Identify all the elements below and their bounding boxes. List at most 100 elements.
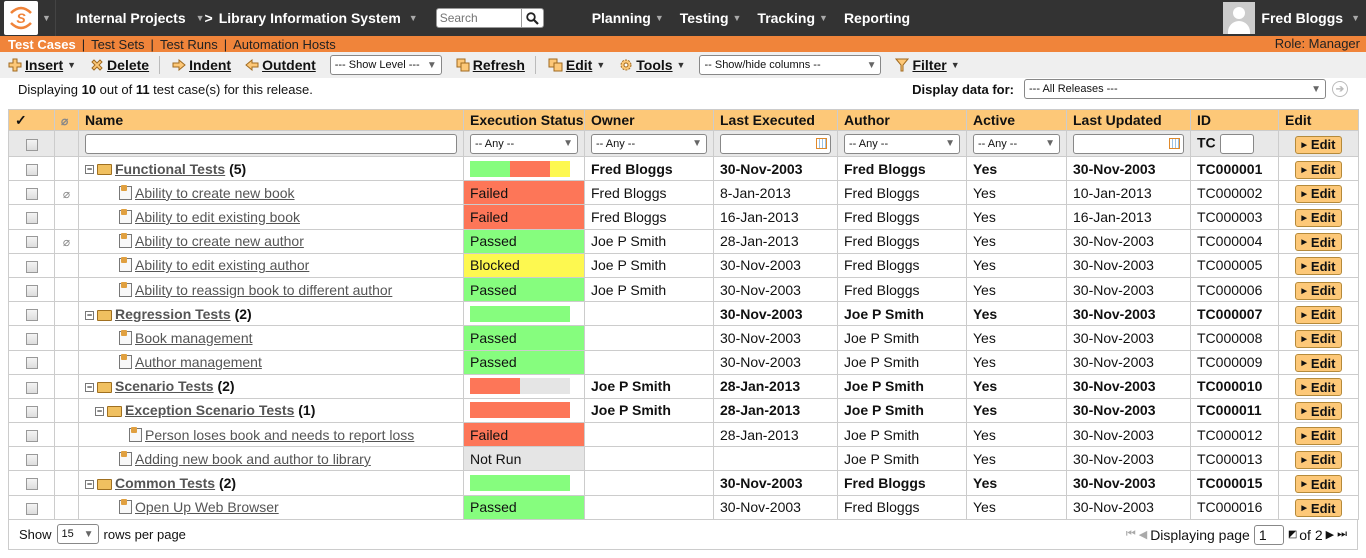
row-edit-button[interactable]: ▶ Edit: [1294, 329, 1343, 348]
spira-logo[interactable]: S: [4, 1, 38, 35]
folder-row[interactable]: − Common Tests (2) 30-Nov-2003 Fred Bloggs Y…: [8, 470, 1359, 496]
row-edit-button[interactable]: ▶ Edit: [1294, 208, 1343, 227]
collapse-toggle-icon[interactable]: −: [85, 479, 94, 489]
execution-status-header[interactable]: Execution Status: [463, 109, 585, 131]
row-edit-button[interactable]: ▶ Edit: [1294, 257, 1343, 276]
row-edit-button[interactable]: ▶ Edit: [1294, 354, 1343, 373]
show-level-select[interactable]: --- Show Level --- ▼: [329, 55, 442, 75]
folder-name-link[interactable]: Scenario Tests: [115, 378, 214, 394]
previous-page-icon[interactable]: ◀: [1139, 528, 1147, 541]
delete-button[interactable]: Delete: [90, 57, 149, 73]
status-filter-select[interactable]: -- Any -- ▼: [470, 133, 578, 154]
active-filter-select[interactable]: -- Any -- ▼: [973, 133, 1060, 154]
test-case-name-link[interactable]: Open Up Web Browser: [135, 499, 279, 515]
last-updated-filter-input[interactable]: [1073, 133, 1184, 154]
test-case-name-link[interactable]: Ability to edit existing author: [135, 257, 309, 273]
folder-row[interactable]: − Regression Tests (2) 30-Nov-2003 Joe P Sm…: [8, 301, 1359, 327]
release-select[interactable]: --- All Releases --- ▼: [1024, 79, 1326, 99]
product-selector[interactable]: Library Information System: [213, 0, 407, 36]
folder-name-link[interactable]: Regression Tests: [115, 306, 231, 322]
outdent-button[interactable]: Outdent: [245, 57, 316, 73]
collapse-toggle-icon[interactable]: −: [95, 407, 104, 417]
project-selector[interactable]: Internal Projects: [56, 0, 192, 36]
test-case-row[interactable]: Open Up Web Browser Passed 30-Nov-2003 Fred…: [8, 494, 1359, 520]
row-edit-button[interactable]: ▶ Edit: [1294, 475, 1343, 494]
test-case-name-link[interactable]: Book management: [135, 330, 253, 346]
row-checkbox[interactable]: [25, 309, 38, 322]
row-edit-button[interactable]: ▶ Edit: [1294, 160, 1343, 179]
test-case-row[interactable]: Book management Passed 30-Nov-2003 Joe P Sm…: [8, 325, 1359, 351]
first-page-icon[interactable]: ⏮: [1126, 528, 1136, 541]
collapse-toggle-icon[interactable]: −: [85, 165, 94, 175]
logo-dropdown-caret-icon[interactable]: ▼: [42, 0, 51, 36]
test-case-name-link[interactable]: Person loses book and needs to report lo…: [145, 427, 414, 443]
test-case-name-link[interactable]: Ability to edit existing book: [135, 209, 300, 225]
owner-header[interactable]: Owner: [584, 109, 714, 131]
calendar-icon[interactable]: [1169, 138, 1180, 149]
author-header[interactable]: Author: [837, 109, 967, 131]
last-executed-header[interactable]: Last Executed: [713, 109, 838, 131]
paperclip-icon[interactable]: ⌀: [63, 187, 70, 201]
next-page-icon[interactable]: ▶: [1326, 528, 1334, 541]
product-dropdown-caret-icon[interactable]: ▼: [409, 0, 418, 36]
folder-name-link[interactable]: Common Tests: [115, 475, 215, 491]
test-case-row[interactable]: Person loses book and needs to report lo…: [8, 422, 1359, 448]
last-page-icon[interactable]: ⏭: [1337, 528, 1347, 541]
author-filter-select[interactable]: -- Any -- ▼: [844, 133, 960, 154]
row-edit-button[interactable]: ▶ Edit: [1294, 184, 1343, 203]
row-checkbox[interactable]: [25, 381, 38, 394]
test-case-name-link[interactable]: Author management: [135, 354, 262, 370]
test-case-name-link[interactable]: Adding new book and author to library: [135, 451, 371, 467]
row-checkbox[interactable]: [25, 333, 38, 346]
last-executed-filter-input[interactable]: [720, 133, 831, 154]
folder-name-link[interactable]: Functional Tests: [115, 161, 225, 177]
project-dropdown-caret-icon[interactable]: ▼: [196, 0, 205, 36]
select-all-checkbox[interactable]: [25, 138, 38, 151]
test-case-row[interactable]: ⌀ Ability to create new book Failed Fred Bl…: [8, 180, 1359, 206]
folder-row[interactable]: − Functional Tests (5) Fred Bloggs 30-Nov-2…: [8, 155, 1359, 182]
row-edit-button[interactable]: ▶ Edit: [1294, 499, 1343, 518]
menu-tracking[interactable]: Tracking ▼: [751, 0, 838, 36]
paperclip-icon[interactable]: ⌀: [63, 235, 70, 249]
calendar-icon[interactable]: [816, 138, 827, 149]
collapse-toggle-icon[interactable]: −: [85, 310, 94, 320]
tab-test-sets[interactable]: Test Sets: [91, 37, 144, 52]
name-header[interactable]: Name: [78, 109, 464, 131]
folder-row[interactable]: − Scenario Tests (2) Joe P Smith 28-Jan-201…: [8, 373, 1359, 399]
collapse-toggle-icon[interactable]: −: [85, 383, 94, 393]
row-edit-button[interactable]: ▶ Edit: [1294, 281, 1343, 300]
row-checkbox[interactable]: [25, 188, 38, 201]
test-case-name-link[interactable]: Ability to create new author: [135, 233, 304, 249]
row-checkbox[interactable]: [25, 260, 38, 273]
test-case-row[interactable]: Ability to edit existing book Failed Fred …: [8, 204, 1359, 230]
tab-automation-hosts[interactable]: Automation Hosts: [233, 37, 336, 52]
test-case-row[interactable]: Adding new book and author to library Not…: [8, 446, 1359, 472]
menu-planning[interactable]: Planning ▼: [586, 0, 674, 36]
edit-menu-button[interactable]: Edit ▼: [548, 57, 605, 73]
refresh-button[interactable]: Refresh: [456, 57, 525, 73]
filter-button[interactable]: Filter ▼: [895, 57, 960, 73]
go-to-page-icon[interactable]: ◩: [1288, 529, 1297, 540]
menu-reporting[interactable]: Reporting: [838, 0, 916, 36]
name-filter-input[interactable]: [85, 133, 457, 154]
filter-edit-button[interactable]: ▶ Edit: [1294, 135, 1343, 154]
row-checkbox[interactable]: [25, 429, 38, 442]
tools-menu-button[interactable]: Tools ▼: [619, 57, 685, 73]
page-number-input[interactable]: 1: [1253, 524, 1284, 545]
user-menu[interactable]: Fred Bloggs ▼: [1223, 0, 1366, 36]
test-case-row[interactable]: Ability to edit existing author Blocked Jo…: [8, 252, 1359, 278]
id-filter-input[interactable]: [1219, 133, 1254, 154]
folder-row[interactable]: − Exception Scenario Tests (1) Joe P Smith…: [8, 397, 1359, 424]
row-edit-button[interactable]: ▶ Edit: [1294, 450, 1343, 469]
row-edit-button[interactable]: ▶ Edit: [1294, 305, 1343, 324]
row-checkbox[interactable]: [25, 405, 38, 418]
indent-button[interactable]: Indent: [172, 57, 231, 73]
test-case-name-link[interactable]: Ability to reassign book to different au…: [135, 282, 392, 298]
tab-test-cases[interactable]: Test Cases: [8, 37, 76, 52]
menu-testing[interactable]: Testing ▼: [674, 0, 752, 36]
row-checkbox[interactable]: [25, 357, 38, 370]
id-header[interactable]: ID: [1190, 109, 1279, 131]
select-all-header[interactable]: ✓: [8, 109, 55, 131]
row-edit-button[interactable]: ▶ Edit: [1294, 233, 1343, 252]
show-hide-columns-select[interactable]: -- Show/hide columns -- ▼: [699, 55, 882, 75]
